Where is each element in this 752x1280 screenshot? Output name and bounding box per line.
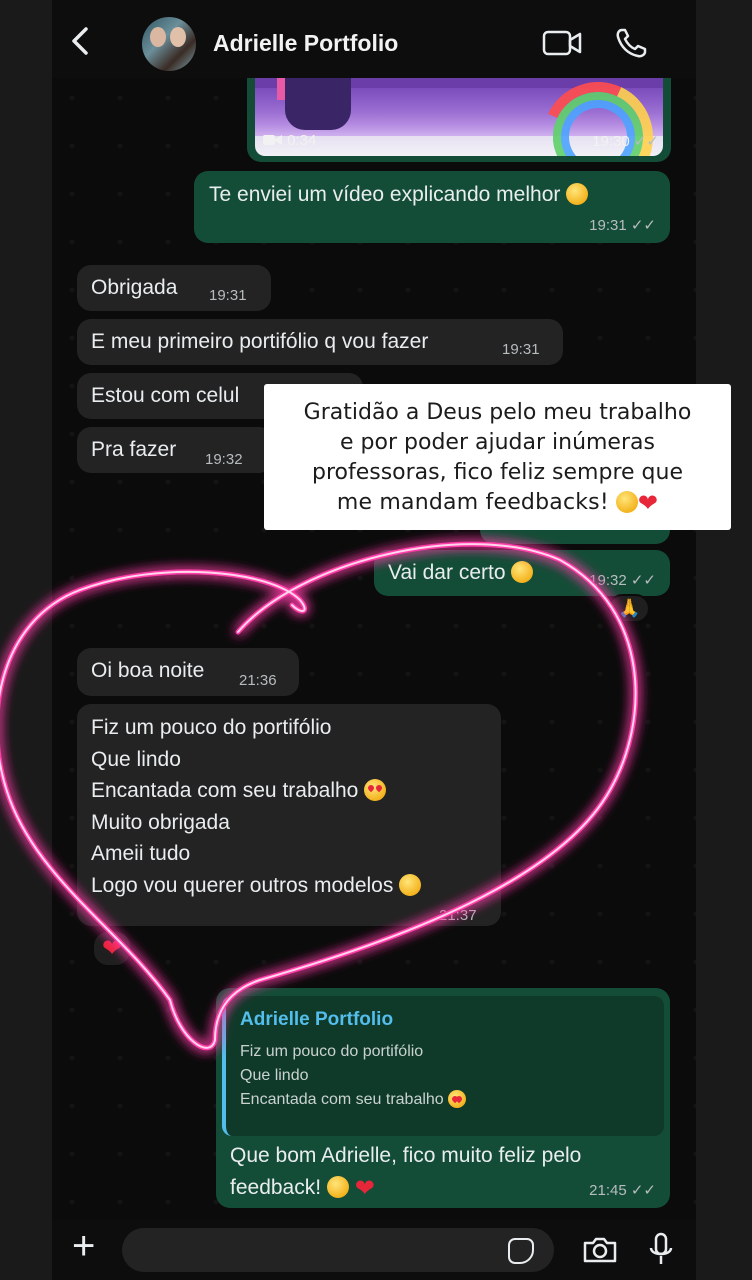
message-outgoing-reply[interactable]: Adrielle Portfolio Fiz um pouco do porti…: [216, 988, 670, 1208]
smiling-face-emoji: [566, 183, 589, 205]
microphone-icon[interactable]: [648, 1232, 674, 1268]
reaction-pray[interactable]: 🙏: [608, 594, 651, 623]
video-icon: [263, 135, 282, 145]
message-time: 19:32: [205, 451, 243, 468]
camera-icon[interactable]: [582, 1236, 618, 1264]
smiling-hearts-emoji: [326, 1176, 349, 1198]
message-text: Obrigada: [91, 276, 178, 299]
message-input[interactable]: [122, 1228, 554, 1272]
phone-call-icon[interactable]: [614, 27, 648, 59]
reaction-heart[interactable]: ❤: [92, 930, 133, 967]
smiling-hearts-emoji: [511, 561, 534, 583]
video-call-icon[interactable]: [542, 30, 582, 56]
message-line: Que lindo: [91, 747, 181, 771]
message-text: Vai dar certo: [388, 561, 506, 584]
message-time: 19:31: [502, 341, 540, 358]
message-time: 21:36: [239, 672, 277, 689]
video-message[interactable]: 0:34 19:30 ✓✓: [247, 78, 671, 162]
chat-header: Adrielle Portfolio: [52, 0, 696, 78]
message-outgoing[interactable]: Te enviei um vídeo explicando melhor 19:…: [194, 171, 670, 243]
quoted-line: Encantada com seu trabalho: [240, 1090, 444, 1108]
message-text: Que bom Adrielle, fico muito feliz pelo: [230, 1144, 582, 1167]
heart-eyes-emoji: [364, 779, 387, 802]
message-line: Muito obrigada: [91, 810, 230, 834]
message-time: 19:31 ✓✓: [589, 217, 656, 234]
caption-line: e por poder ajudar inúmeras: [340, 430, 655, 455]
smiling-hearts-emoji: [615, 491, 638, 513]
caption-line: professoras, fico feliz sempre que: [311, 460, 683, 485]
message-incoming[interactable]: Fiz um pouco do portifólio Que lindo Enc…: [77, 704, 501, 926]
message-text: Estou com celul: [91, 384, 240, 407]
message-outgoing[interactable]: Vai dar certo 19:32 ✓✓: [374, 550, 670, 596]
message-line: Ameii tudo: [91, 842, 191, 866]
caption-overlay: Gratidão a Deus pelo meu trabalho e por …: [264, 384, 731, 530]
caption-line: me mandam feedbacks!: [336, 490, 609, 515]
heart-eyes-emoji: [448, 1089, 467, 1108]
quoted-line: Fiz um pouco do portifólio: [240, 1042, 424, 1060]
read-ticks-icon: ✓✓: [633, 133, 659, 150]
message-text: Te enviei um vídeo explicando melhor: [209, 183, 561, 206]
composer-bar: +: [52, 1220, 696, 1280]
message-incoming[interactable]: Pra fazer 19:32: [77, 427, 273, 473]
message-text: Oi boa noite: [91, 659, 205, 682]
message-time: 19:32 ✓✓: [589, 572, 656, 589]
plus-icon[interactable]: +: [72, 1226, 95, 1266]
quoted-message[interactable]: Adrielle Portfolio Fiz um pouco do porti…: [222, 996, 664, 1136]
right-backdrop: [696, 0, 752, 1280]
caption-line: Gratidão a Deus pelo meu trabalho: [303, 400, 692, 425]
message-text: E meu primeiro portifólio q vou fazer: [91, 330, 429, 353]
read-ticks-icon: ✓✓: [630, 1182, 656, 1199]
message-list[interactable]: 0:34 19:30 ✓✓ Te enviei um vídeo explica…: [52, 78, 696, 1220]
message-incoming[interactable]: Oi boa noite 21:36: [77, 648, 299, 696]
read-ticks-icon: ✓✓: [630, 572, 656, 589]
read-ticks-icon: ✓✓: [630, 217, 656, 234]
quoted-author: Adrielle Portfolio: [240, 1009, 394, 1030]
message-time: 19:30 ✓✓: [592, 133, 659, 150]
red-heart-emoji: ❤: [354, 1175, 375, 1202]
message-incoming[interactable]: E meu primeiro portifólio q vou fazer 19…: [77, 319, 563, 365]
message-time: 21:37: [439, 907, 477, 924]
video-duration: 0:34: [263, 132, 316, 149]
smiling-hearts-emoji: [399, 873, 422, 896]
chat-screen: Adrielle Portfolio 0:34 19:30 ✓✓ Te envi…: [52, 0, 696, 1280]
message-line: Encantada com seu trabalho: [91, 779, 359, 803]
avatar[interactable]: [142, 17, 196, 71]
message-line: Fiz um pouco do portifólio: [91, 716, 332, 739]
message-time: 19:31: [209, 287, 247, 304]
contact-name[interactable]: Adrielle Portfolio: [213, 30, 398, 57]
back-arrow-icon[interactable]: [68, 26, 94, 56]
left-backdrop: [0, 0, 52, 1280]
red-heart-emoji: ❤: [637, 489, 659, 517]
message-text: Pra fazer: [91, 438, 177, 461]
message-time: 21:45 ✓✓: [589, 1182, 656, 1199]
message-line: Logo vou querer outros modelos: [91, 873, 394, 897]
quoted-line: Que lindo: [240, 1066, 309, 1084]
message-text: feedback!: [230, 1176, 322, 1199]
message-incoming[interactable]: Obrigada 19:31: [77, 265, 271, 311]
